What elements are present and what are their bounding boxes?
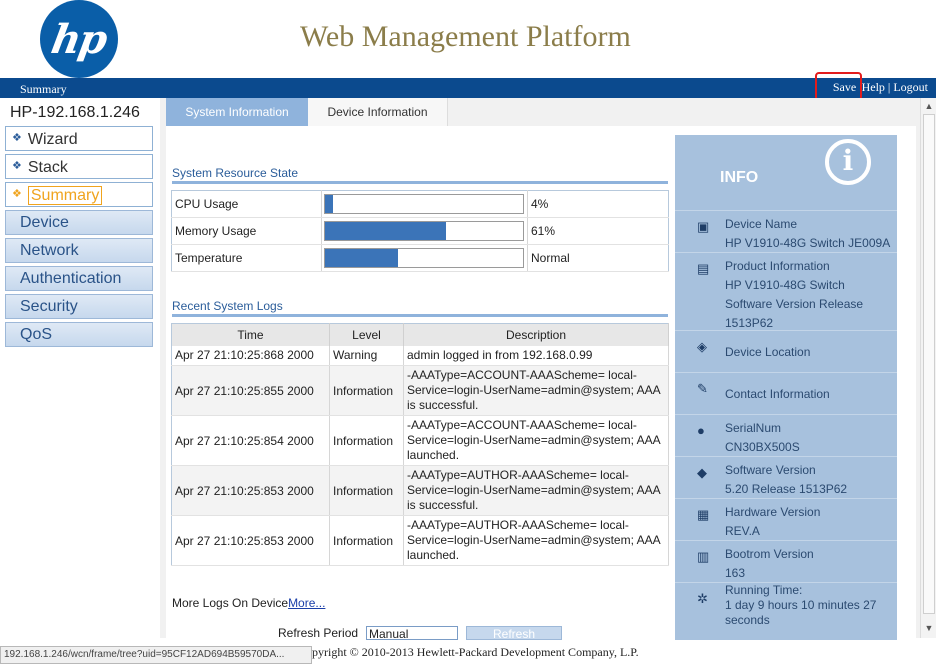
log-level: Information [329,365,404,416]
table-row: Apr 27 21:10:25:853 2000 Information -AA… [171,465,669,516]
logs-table: Time Level Description Apr 27 21:10:25:8… [171,323,669,566]
info-running-time: ✲ Running Time: 1 day 9 hours 10 minutes … [675,582,897,640]
column-header-time[interactable]: Time [171,323,330,346]
info-location: ◈ Device Location [675,330,897,372]
top-bar: Summary Save |Help | Logout [0,78,936,98]
log-time: Apr 27 21:10:25:853 2000 [171,465,330,516]
hardware-icon: ▦ [697,507,710,522]
nav-item-summary[interactable]: ❖ Summary [5,182,153,207]
diamond-bullet-icon: ❖ [12,160,22,172]
resource-name: CPU Usage [171,190,322,218]
nav-category-qos[interactable]: QoS [5,322,153,347]
logout-link[interactable]: Logout [893,80,928,94]
table-row: Memory Usage 61% [171,217,669,245]
cpu-usage-bar [324,194,524,214]
main-area: System Information Device Information Sy… [160,98,920,640]
device-icon: ▣ [697,219,710,234]
nav-category-device[interactable]: Device [5,210,153,235]
column-header-level[interactable]: Level [329,323,404,346]
nav-item-wizard[interactable]: ❖ Wizard [5,126,153,151]
page-title: Web Management Platform [300,20,631,53]
log-level: Information [329,515,404,566]
hp-logo: hp [40,0,118,78]
scroll-down-icon[interactable]: ▼ [923,622,935,634]
table-row: Temperature Normal [171,244,669,272]
device-ip-label: HP-192.168.1.246 [10,104,140,121]
resource-value: 61% [527,217,669,245]
table-row: Apr 27 21:10:25:853 2000 Information -AA… [171,515,669,566]
refresh-button[interactable]: Refresh [466,626,562,640]
scroll-thumb[interactable] [923,114,935,614]
log-level: Warning [329,345,404,366]
resource-section-title: System Resource State [172,166,299,180]
info-bootrom: ▥ Bootrom Version 163 [675,540,897,582]
contact-icon: ✎ [697,381,708,396]
refresh-period-label: Refresh Period [278,626,359,640]
breadcrumb: Summary [20,82,67,96]
vertical-scrollbar[interactable]: ▲ ▼ [920,98,936,638]
log-description: -AAAType=AUTHOR-AAAScheme= local-Service… [403,515,669,566]
temperature-bar [324,248,524,268]
info-title: INFO [720,169,759,186]
table-row: Apr 27 21:10:25:854 2000 Information -AA… [171,415,669,466]
table-row: Apr 27 21:10:25:868 2000 Warning admin l… [171,345,669,366]
table-row: Apr 27 21:10:25:855 2000 Information -AA… [171,365,669,416]
left-nav: HP-192.168.1.246 ❖ Wizard ❖ Stack ❖ Summary… [0,98,160,638]
log-level: Information [329,415,404,466]
column-header-description[interactable]: Description [403,323,669,346]
table-row: CPU Usage 4% [171,190,669,218]
resource-table: CPU Usage 4% Memory Usage 61% Temperatur… [171,190,669,272]
help-link[interactable]: Help [862,80,885,94]
save-highlight-box [815,72,862,101]
nav-category-authentication[interactable]: Authentication [5,266,153,291]
nav-category-network[interactable]: Network [5,238,153,263]
diamond-bullet-icon: ❖ [12,132,22,144]
tab-device-information[interactable]: Device Information [308,98,448,126]
serial-icon: ● [697,423,705,438]
memory-usage-bar [324,221,524,241]
bootrom-icon: ▥ [697,549,710,564]
copyright-text: Copyright © 2010-2013 Hewlett-Packard De… [298,645,639,659]
log-description: -AAAType=ACCOUNT-AAAScheme= local-Servic… [403,365,669,416]
tab-system-information[interactable]: System Information [166,98,308,126]
log-time: Apr 27 21:10:25:853 2000 [171,515,330,566]
section-divider [172,181,668,184]
runtime-icon: ✲ [697,591,708,606]
info-product: ▤ Product Information HP V1910-48G Switch… [675,252,897,330]
log-description: admin logged in from 192.168.0.99 [403,345,669,366]
resource-value: Normal [527,244,669,272]
resource-name: Memory Usage [171,217,322,245]
nav-item-stack[interactable]: ❖ Stack [5,154,153,179]
log-description: -AAAType=AUTHOR-AAAScheme= local-Service… [403,465,669,516]
info-contact: ✎ Contact Information [675,372,897,414]
section-divider [172,314,668,317]
table-header-row: Time Level Description [171,323,669,346]
info-icon: i [825,139,871,185]
software-icon: ◆ [697,465,707,480]
log-level: Information [329,465,404,516]
resource-value: 4% [527,190,669,218]
product-icon: ▤ [697,261,710,276]
refresh-period-select[interactable]: Manual [366,626,458,640]
logs-section-title: Recent System Logs [172,299,283,313]
log-time: Apr 27 21:10:25:868 2000 [171,345,330,366]
info-panel: INFO i ▣ Device Name HP V1910-48G Switch … [675,135,897,640]
diamond-bullet-icon: ❖ [12,188,22,200]
header: hp Web Management Platform [0,0,936,78]
scroll-up-icon[interactable]: ▲ [923,100,935,112]
info-serial: ● SerialNum CN30BX500S [675,414,897,456]
location-icon: ◈ [697,339,707,354]
log-time: Apr 27 21:10:25:854 2000 [171,415,330,466]
info-hardware: ▦ Hardware Version REV.A [675,498,897,540]
status-bar-url: 192.168.1.246/wcn/frame/tree?uid=95CF12A… [0,646,312,664]
log-description: -AAAType=ACCOUNT-AAAScheme= local-Servic… [403,415,669,466]
info-software: ◆ Software Version 5.20 Release 1513P62 [675,456,897,498]
info-device-name: ▣ Device Name HP V1910-48G Switch JE009A [675,210,897,252]
nav-category-security[interactable]: Security [5,294,153,319]
more-logs-link[interactable]: More... [288,596,325,610]
separator: | [887,80,891,94]
resource-name: Temperature [171,244,322,272]
log-time: Apr 27 21:10:25:855 2000 [171,365,330,416]
more-logs-line: More Logs On DeviceMore... [172,596,326,610]
